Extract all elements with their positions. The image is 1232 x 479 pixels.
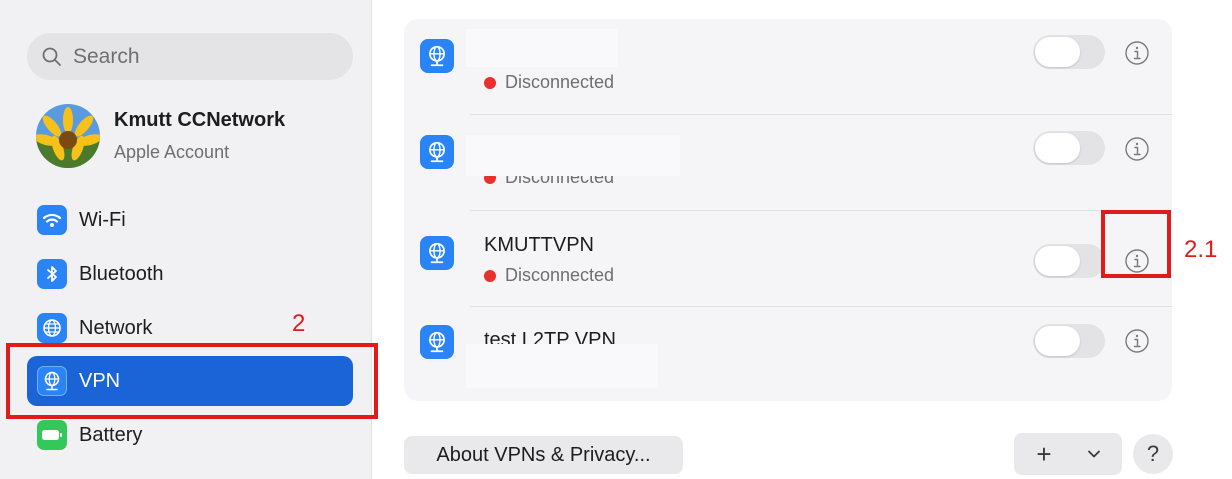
info-icon[interactable] — [1124, 328, 1150, 354]
vpn-toggle[interactable] — [1033, 244, 1105, 278]
annotation-label: 2.1 — [1184, 236, 1218, 263]
redacted-area — [466, 344, 658, 388]
plus-icon[interactable]: + — [1014, 439, 1074, 470]
avatar — [36, 104, 100, 168]
vpn-status: Disconnected — [484, 265, 614, 286]
sidebar-item-label: Network — [79, 316, 153, 339]
vpn-toggle[interactable] — [1033, 324, 1105, 358]
sidebar-item-label: Bluetooth — [79, 262, 164, 285]
annotation-box-info — [1101, 210, 1171, 278]
apple-account[interactable]: Kmutt CCNetwork Apple Account — [36, 104, 286, 168]
search-placeholder: Search — [73, 44, 140, 68]
status-text: Disconnected — [505, 72, 615, 92]
account-subtitle: Apple Account — [114, 142, 230, 162]
info-icon[interactable] — [1124, 40, 1150, 66]
search-icon — [41, 46, 63, 68]
vpn-status: Disconnected — [484, 72, 614, 93]
redacted-area — [466, 135, 680, 176]
vpn-list-panel: Disconnected Disconnected KMUTTVPN Disco… — [404, 19, 1172, 401]
bluetooth-icon — [37, 259, 67, 289]
info-icon[interactable] — [1124, 136, 1150, 162]
sidebar-item-bluetooth[interactable]: Bluetooth — [27, 249, 353, 299]
sidebar-item-label: Wi-Fi — [79, 208, 126, 231]
account-name: Kmutt CCNetwork — [114, 109, 286, 131]
vpn-globe-icon — [420, 135, 454, 169]
about-vpns-privacy-button[interactable]: About VPNs & Privacy... — [404, 436, 683, 474]
vpn-row[interactable]: Disconnected — [404, 115, 1172, 211]
network-globe-icon — [37, 313, 67, 343]
vpn-row[interactable]: KMUTTVPN Disconnected — [404, 211, 1172, 307]
help-button[interactable]: ? — [1133, 434, 1173, 474]
vpn-globe-icon — [420, 39, 454, 73]
battery-icon — [37, 420, 67, 450]
annotation-box-vpn — [6, 343, 378, 419]
status-dot — [484, 269, 496, 282]
search-field[interactable]: Search — [27, 33, 353, 80]
vpn-globe-icon — [420, 236, 454, 270]
vpn-globe-icon — [420, 325, 454, 359]
status-dot — [484, 76, 496, 89]
sidebar-item-wifi[interactable]: Wi-Fi — [27, 195, 353, 245]
status-text: Disconnected — [505, 265, 615, 285]
vpn-row[interactable]: Disconnected — [404, 19, 1172, 115]
chevron-down-icon[interactable] — [1074, 449, 1114, 459]
annotation-label: 2 — [292, 310, 306, 337]
vpn-row[interactable]: test L2TP VPN — [404, 307, 1172, 403]
sidebar-item-label: Battery — [79, 423, 143, 446]
redacted-area — [466, 29, 618, 67]
vpn-toggle[interactable] — [1033, 35, 1105, 69]
wifi-icon — [37, 205, 67, 235]
add-vpn-button[interactable]: + — [1014, 433, 1122, 475]
vpn-name: KMUTTVPN — [484, 234, 594, 256]
vpn-toggle[interactable] — [1033, 131, 1105, 165]
